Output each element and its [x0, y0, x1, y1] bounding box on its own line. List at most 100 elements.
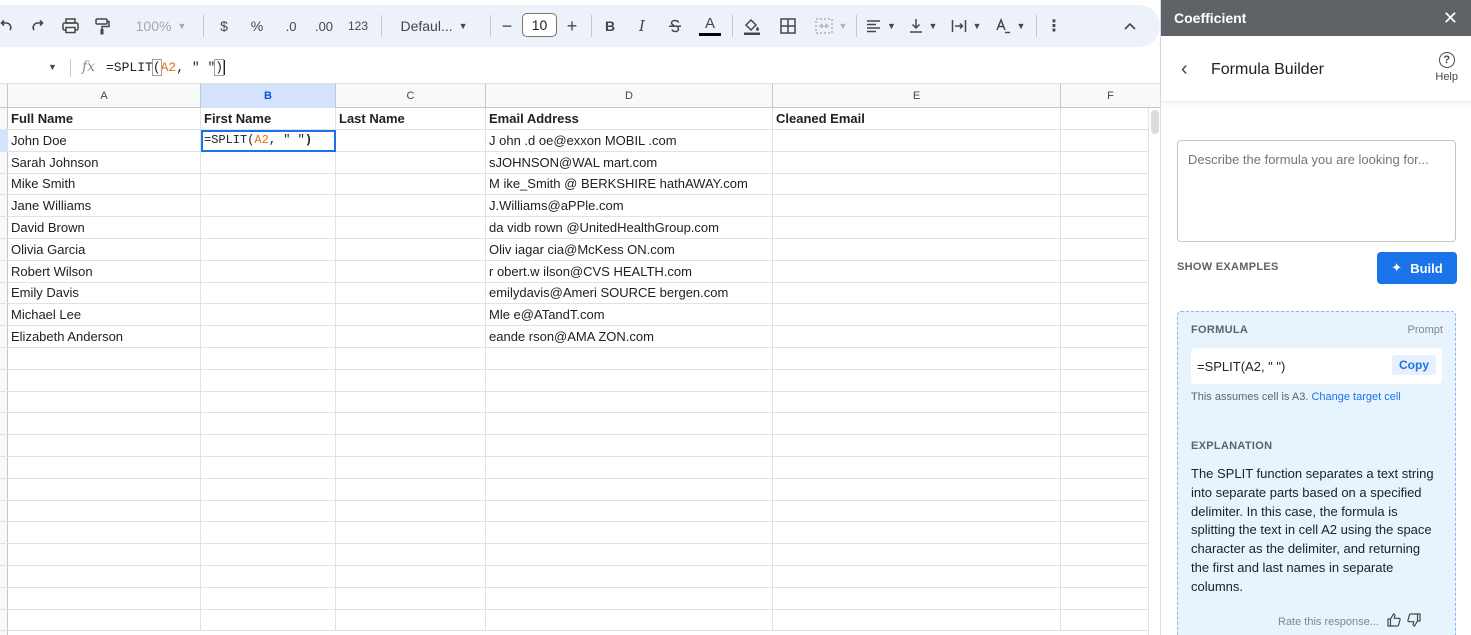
cell-a13[interactable]	[8, 369, 201, 392]
cell-d22[interactable]	[486, 565, 773, 588]
cell-c16[interactable]	[336, 435, 486, 457]
change-target-cell-link[interactable]: Change target cell	[1311, 391, 1400, 403]
cell-f3[interactable]	[1061, 152, 1160, 174]
cell-b1[interactable]: First Name	[201, 108, 336, 130]
cell-a20[interactable]	[8, 522, 201, 545]
cell-f19[interactable]	[1061, 500, 1160, 522]
cell-f17[interactable]	[1061, 457, 1160, 479]
font-size-input[interactable]: 10	[522, 13, 557, 37]
help-button[interactable]: ? Help	[1435, 52, 1458, 83]
cell-b6[interactable]	[201, 217, 336, 239]
cell-a15[interactable]	[8, 413, 201, 436]
cell-a5[interactable]: Jane Williams	[8, 195, 201, 218]
cell-b10[interactable]	[201, 304, 336, 327]
name-box-dropdown-icon[interactable]: ▼	[48, 62, 57, 72]
cell-e5[interactable]	[773, 195, 1061, 218]
cell-c15[interactable]	[336, 413, 486, 436]
cell-e24[interactable]	[773, 609, 1061, 632]
active-cell-b2[interactable]: =SPLIT(A2, " ")	[201, 129, 336, 152]
cell-e21[interactable]	[773, 544, 1061, 566]
cell-a8[interactable]: Robert Wilson	[8, 260, 201, 283]
cell-e17[interactable]	[773, 456, 1061, 479]
close-icon[interactable]: ✕	[1443, 9, 1458, 27]
cell-a16[interactable]	[8, 435, 201, 457]
collapse-toolbar-icon[interactable]	[1120, 14, 1140, 38]
cell-e13[interactable]	[773, 369, 1061, 392]
cell-b4[interactable]	[201, 173, 336, 196]
cell-b18[interactable]	[201, 478, 336, 501]
cell-a1[interactable]: Full Name	[8, 108, 201, 130]
cell-d20[interactable]	[486, 522, 773, 545]
cell-f22[interactable]	[1061, 566, 1160, 588]
cell-d16[interactable]	[486, 435, 773, 457]
cell-e8[interactable]	[773, 260, 1061, 283]
cell-f2[interactable]	[1061, 130, 1160, 152]
cell-c24[interactable]	[336, 609, 486, 632]
cell-a18[interactable]	[8, 478, 201, 501]
cell-e3[interactable]	[773, 151, 1061, 174]
cell-a7[interactable]: Olivia Garcia	[8, 238, 201, 261]
cell-f12[interactable]	[1061, 348, 1160, 370]
cell-c13[interactable]	[336, 369, 486, 392]
cell-f8[interactable]	[1061, 261, 1160, 283]
cell-b20[interactable]	[201, 522, 336, 545]
cell-f18[interactable]	[1061, 479, 1160, 501]
cell-a22[interactable]	[8, 565, 201, 588]
cell-d6[interactable]: da vidb rown @UnitedHealthGroup.com	[486, 217, 773, 239]
cell-f23[interactable]	[1061, 588, 1160, 610]
cell-f1[interactable]	[1061, 108, 1160, 130]
cell-c9[interactable]	[336, 282, 486, 305]
cell-a9[interactable]: Emily Davis	[8, 282, 201, 305]
formula-prompt-input[interactable]	[1177, 140, 1456, 242]
redo-icon[interactable]	[26, 14, 48, 38]
cell-c17[interactable]	[336, 456, 486, 479]
cell-d10[interactable]: Mle e@ATandT.com	[486, 304, 773, 327]
copy-button[interactable]: Copy	[1392, 355, 1436, 375]
formula-input[interactable]: =SPLIT(A2, " ")	[106, 59, 226, 76]
cell-a4[interactable]: Mike Smith	[8, 173, 201, 196]
cell-e9[interactable]	[773, 282, 1061, 305]
cell-f21[interactable]	[1061, 544, 1160, 566]
cell-c4[interactable]	[336, 173, 486, 196]
cell-c18[interactable]	[336, 478, 486, 501]
cell-f14[interactable]	[1061, 391, 1160, 413]
cell-d13[interactable]	[486, 369, 773, 392]
cell-b24[interactable]	[201, 609, 336, 632]
cell-d14[interactable]	[486, 391, 773, 414]
cell-d1[interactable]: Email Address	[486, 108, 773, 130]
text-color-button[interactable]: A	[698, 14, 722, 38]
increase-decimal-button[interactable]: .00	[310, 14, 338, 38]
cell-d18[interactable]	[486, 478, 773, 501]
cell-f20[interactable]	[1061, 522, 1160, 544]
font-size-increase-button[interactable]: +	[562, 14, 582, 38]
zoom-select[interactable]: 100% ▼	[128, 14, 194, 38]
cell-c22[interactable]	[336, 565, 486, 588]
cell-d5[interactable]: J.Williams@aPPle.com	[486, 195, 773, 218]
cell-b12[interactable]	[201, 347, 336, 370]
cell-b8[interactable]	[201, 260, 336, 283]
cell-b9[interactable]	[201, 282, 336, 305]
cell-c11[interactable]	[336, 326, 486, 348]
cell-e14[interactable]	[773, 391, 1061, 414]
cell-a2[interactable]: John Doe	[8, 129, 201, 152]
cell-c10[interactable]	[336, 304, 486, 327]
cell-f15[interactable]	[1061, 413, 1160, 435]
vertical-scrollbar[interactable]	[1148, 108, 1160, 635]
cell-c20[interactable]	[336, 522, 486, 545]
column-header-a[interactable]: A	[8, 84, 201, 108]
cell-d4[interactable]: M ike_Smith @ BERKSHIRE hathAWAY.com	[486, 173, 773, 196]
cell-f4[interactable]	[1061, 173, 1160, 195]
cell-e23[interactable]	[773, 587, 1061, 610]
cell-e4[interactable]	[773, 173, 1061, 196]
merge-cells-icon[interactable]: ▼	[812, 14, 850, 38]
column-header-b[interactable]: B	[201, 84, 336, 108]
font-select[interactable]: Defaul... ▼	[392, 14, 476, 38]
cell-e11[interactable]	[773, 326, 1061, 348]
thumbs-up-icon[interactable]	[1387, 613, 1401, 630]
cell-a6[interactable]: David Brown	[8, 217, 201, 239]
cell-f7[interactable]	[1061, 239, 1160, 261]
cell-e2[interactable]	[773, 129, 1061, 152]
show-examples-link[interactable]: SHOW EXAMPLES	[1177, 261, 1279, 273]
cell-c12[interactable]	[336, 347, 486, 370]
cell-a12[interactable]	[8, 347, 201, 370]
